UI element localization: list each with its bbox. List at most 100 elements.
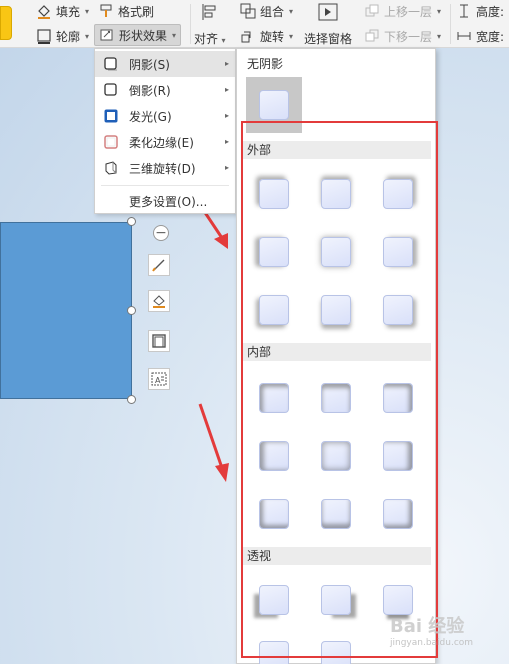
send-backward-icon (364, 28, 380, 44)
menu-item-label: 三维旋转(D) (129, 161, 196, 176)
menu-item-label: 阴影(S) (129, 57, 170, 72)
shadow-preset-inner[interactable] (383, 499, 413, 529)
watermark-url: jingyan.baidu.com (390, 638, 474, 648)
outline-button[interactable]: 轮廓 ▾ (36, 25, 89, 47)
shape-effects-menu: 阴影(S) ▸ 倒影(R) ▸ 发光(G) ▸ 柔化边缘(E) ▸ 三维旋转(D… (94, 48, 236, 214)
shape-effects-button[interactable]: 形状效果 ▾ (94, 24, 182, 46)
menu-item-label: 倒影(R) (129, 83, 171, 98)
current-fill-color-swatch[interactable] (0, 6, 12, 40)
brush-icon (98, 3, 114, 19)
shadow-preset-inner[interactable] (321, 383, 351, 413)
shadow-preset-inner[interactable] (259, 441, 289, 471)
send-backward-button[interactable]: 下移一层 ▾ (364, 25, 441, 47)
fill-bucket-icon (36, 3, 52, 19)
bring-forward-icon (364, 3, 380, 19)
shadow-preset-outer[interactable] (383, 179, 413, 209)
rotate-button[interactable]: 旋转 ▾ (240, 25, 293, 47)
shadow-preset-outer[interactable] (321, 237, 351, 267)
menu-item-glow[interactable]: 发光(G) ▸ (95, 103, 235, 129)
ribbon-toolbar: 填充 ▾ 格式刷 轮廓 ▾ 形状效果 ▾ 对齐 ▾ 组合 ▾ 旋转 ▾ 选择窗格… (0, 0, 509, 48)
shape-effects-icon (99, 27, 115, 43)
chevron-down-icon: ▾ (85, 6, 90, 16)
send-backward-label: 下移一层 (384, 29, 433, 44)
shadow-preset-outer[interactable] (259, 237, 289, 267)
perspective-section-title: 透视 (243, 547, 431, 565)
align-label: 对齐 ▾ (194, 32, 226, 46)
rotate-icon (240, 28, 256, 44)
chevron-right-icon: ▸ (224, 85, 229, 94)
ribbon-divider (450, 4, 451, 44)
chevron-right-icon: ▸ (224, 163, 229, 172)
resize-handle[interactable] (127, 306, 136, 315)
shadow-preset-inner[interactable] (321, 441, 351, 471)
align-icon (200, 2, 220, 22)
resize-handle[interactable] (127, 395, 136, 404)
chevron-down-icon: ▾ (437, 31, 442, 41)
no-shadow-option[interactable] (246, 77, 302, 133)
outline-icon (152, 334, 166, 348)
selected-rectangle-shape[interactable] (0, 222, 132, 399)
shadow-preset-outer[interactable] (383, 237, 413, 267)
shadow-gallery-panel: 无阴影 外部 内部 透视 (236, 48, 436, 664)
watermark-text: Bai 经验 (390, 616, 465, 637)
height-icon (456, 3, 472, 19)
shadow-preset-perspective[interactable] (321, 641, 351, 664)
chevron-down-icon: ▾ (219, 36, 226, 45)
shadow-icon (104, 57, 118, 71)
selection-pane-label: 选择窗格 (304, 32, 353, 46)
shadow-preset-inner[interactable] (321, 499, 351, 529)
baidu-jingyan-watermark: Bai 经验 jingyan.baidu.com (390, 612, 473, 648)
menu-item-label: 发光(G) (129, 109, 172, 124)
height-field[interactable]: 高度: (456, 0, 504, 22)
menu-item-reflection[interactable]: 倒影(R) ▸ (95, 77, 235, 103)
shadow-preset-perspective[interactable] (321, 585, 351, 615)
height-label: 高度: (476, 4, 505, 19)
text-wrap-icon: A (151, 372, 167, 386)
shape-effects-label: 形状效果 (119, 28, 168, 43)
3d-rotation-icon (104, 161, 118, 175)
group-button[interactable]: 组合 ▾ (240, 0, 293, 22)
menu-item-shadow[interactable]: 阴影(S) ▸ (95, 51, 235, 77)
menu-item-soft-edges[interactable]: 柔化边缘(E) ▸ (95, 129, 235, 155)
shadow-preset-perspective[interactable] (259, 585, 289, 615)
resize-handle[interactable] (127, 217, 136, 226)
shadow-preset-inner[interactable] (383, 383, 413, 413)
shadow-preset-outer[interactable] (321, 295, 351, 325)
shadow-preset-outer[interactable] (259, 295, 289, 325)
shadow-preset-inner[interactable] (259, 383, 289, 413)
shadow-preset-perspective[interactable] (383, 585, 413, 615)
width-field[interactable]: 宽度: (456, 25, 504, 47)
menu-item-3d-rotation[interactable]: 三维旋转(D) ▸ (95, 155, 235, 181)
shape-outline-float-button[interactable] (148, 330, 170, 352)
align-button[interactable]: 对齐 ▾ (194, 2, 226, 47)
chevron-right-icon: ▸ (224, 59, 229, 68)
selection-pane-icon (317, 2, 339, 22)
chevron-down-icon: ▾ (437, 6, 442, 16)
fill-label: 填充 (56, 4, 81, 19)
red-arrow-annotation (198, 403, 229, 482)
width-label: 宽度: (476, 29, 505, 44)
collapse-toolbar-icon[interactable]: − (153, 225, 169, 241)
bring-forward-button[interactable]: 上移一层 ▾ (364, 0, 441, 22)
selection-pane-button[interactable]: 选择窗格 (304, 2, 352, 47)
shape-fill-float-button[interactable] (148, 290, 170, 312)
fill-button[interactable]: 填充 ▾ (36, 0, 89, 22)
menu-item-more-settings[interactable]: 更多设置(O)... (95, 188, 235, 214)
layout-options-float-button[interactable]: A (148, 368, 170, 390)
paint-brush-icon (152, 259, 165, 272)
format-painter-label: 格式刷 (118, 4, 155, 19)
shape-style-float-button[interactable] (148, 254, 170, 276)
shadow-preset-outer[interactable] (321, 179, 351, 209)
menu-item-label: 更多设置(O)... (129, 194, 208, 209)
outline-label: 轮廓 (56, 29, 81, 44)
chevron-down-icon: ▾ (85, 31, 90, 41)
shadow-preset-inner[interactable] (383, 441, 413, 471)
shadow-preset-outer[interactable] (383, 295, 413, 325)
shadow-preset-perspective[interactable] (259, 641, 289, 664)
menu-divider (101, 185, 229, 186)
soft-edges-icon (104, 135, 118, 149)
shadow-preset-outer[interactable] (259, 179, 289, 209)
format-painter-button[interactable]: 格式刷 (98, 0, 154, 22)
width-icon (456, 28, 472, 44)
shadow-preset-inner[interactable] (259, 499, 289, 529)
